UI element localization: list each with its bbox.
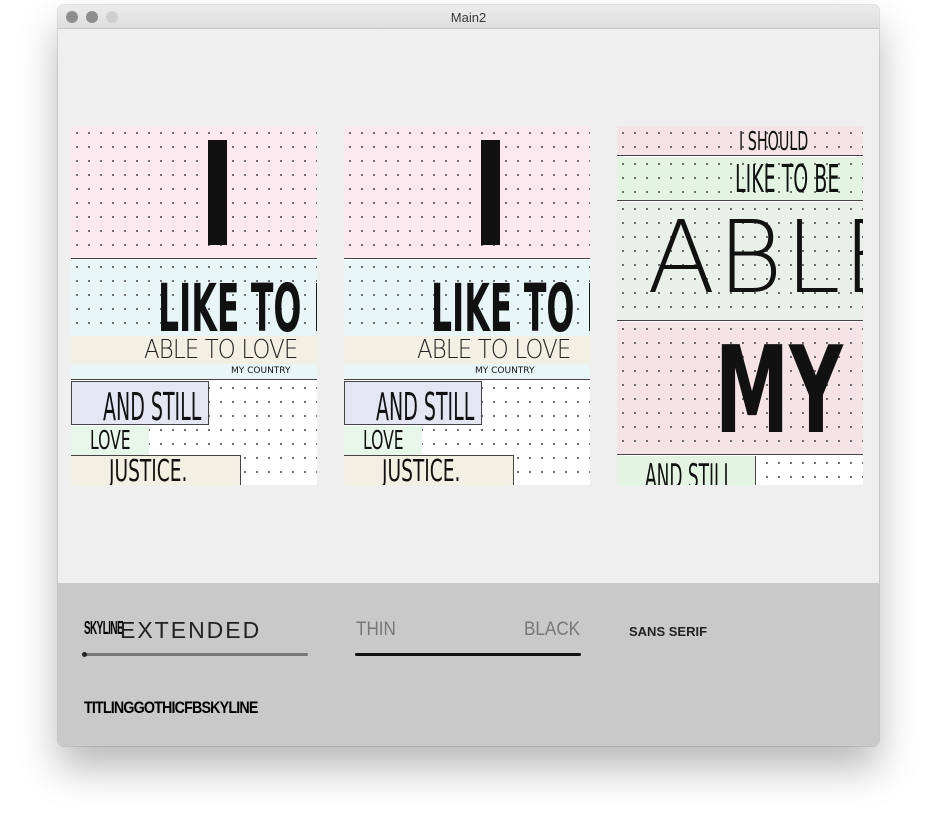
poster-line: AND STILL	[376, 385, 475, 429]
poster-headline: ABLE	[647, 199, 863, 316]
poster-line: LOVE	[363, 426, 404, 456]
poster-line: AND STILL	[103, 385, 202, 429]
poster-band	[344, 126, 590, 259]
poster-headline: MY	[715, 322, 843, 461]
width-slider-min-label: SKYLINE	[84, 618, 124, 638]
poster-line: AND STILL	[645, 457, 733, 485]
width-slider-handle[interactable]	[82, 652, 87, 657]
title-bar: Main2	[58, 5, 879, 29]
poster-line: JUSTICE.	[382, 454, 461, 486]
poster-subline: ABLE TO LOVE	[417, 335, 571, 365]
font-name-label: TITLINGGOTHICFBSKYLINE	[84, 698, 258, 717]
weight-slider-min-label: THIN	[356, 619, 396, 640]
poster-band	[71, 126, 317, 259]
sans-serif-toggle[interactable]: SANS SERIF	[629, 625, 707, 638]
poster-band	[344, 364, 590, 380]
poster-preview-1[interactable]: LIKE TO BE ABLE TO LOVE MY COUNTRY AND S…	[71, 126, 317, 485]
width-slider-max-label: EXTENDED	[120, 617, 262, 643]
poster-small-text: MY COUNTRY	[231, 366, 291, 376]
poster-line: JUSTICE.	[109, 454, 188, 486]
poster-small-text: MY COUNTRY	[475, 366, 535, 376]
app-window: Main2 LIKE TO BE ABLE TO LOVE MY COUNTRY…	[58, 5, 879, 746]
poster-big-letter	[481, 140, 500, 245]
width-slider[interactable]	[83, 653, 308, 656]
poster-line: LIKE TO BE	[735, 157, 840, 201]
weight-slider[interactable]	[355, 653, 581, 656]
controls-panel: SKYLINE EXTENDED THIN BLACK SANS SERIF T…	[58, 583, 879, 746]
preview-canvas: LIKE TO BE ABLE TO LOVE MY COUNTRY AND S…	[58, 29, 879, 583]
poster-headline: LIKE TO BE	[431, 270, 590, 347]
poster-big-letter	[208, 140, 227, 245]
poster-line: I SHOULD	[739, 127, 809, 157]
poster-headline: LIKE TO BE	[158, 270, 317, 347]
window-title: Main2	[450, 10, 487, 25]
poster-line: LOVE	[90, 426, 131, 456]
weight-slider-max-label: BLACK	[524, 619, 581, 640]
poster-subline: ABLE TO LOVE	[144, 335, 298, 365]
poster-preview-2[interactable]: LIKE TO BE ABLE TO LOVE MY COUNTRY AND S…	[344, 126, 590, 485]
poster-preview-3[interactable]: I SHOULD LIKE TO BE ABLE MY AND STILL	[617, 126, 863, 485]
